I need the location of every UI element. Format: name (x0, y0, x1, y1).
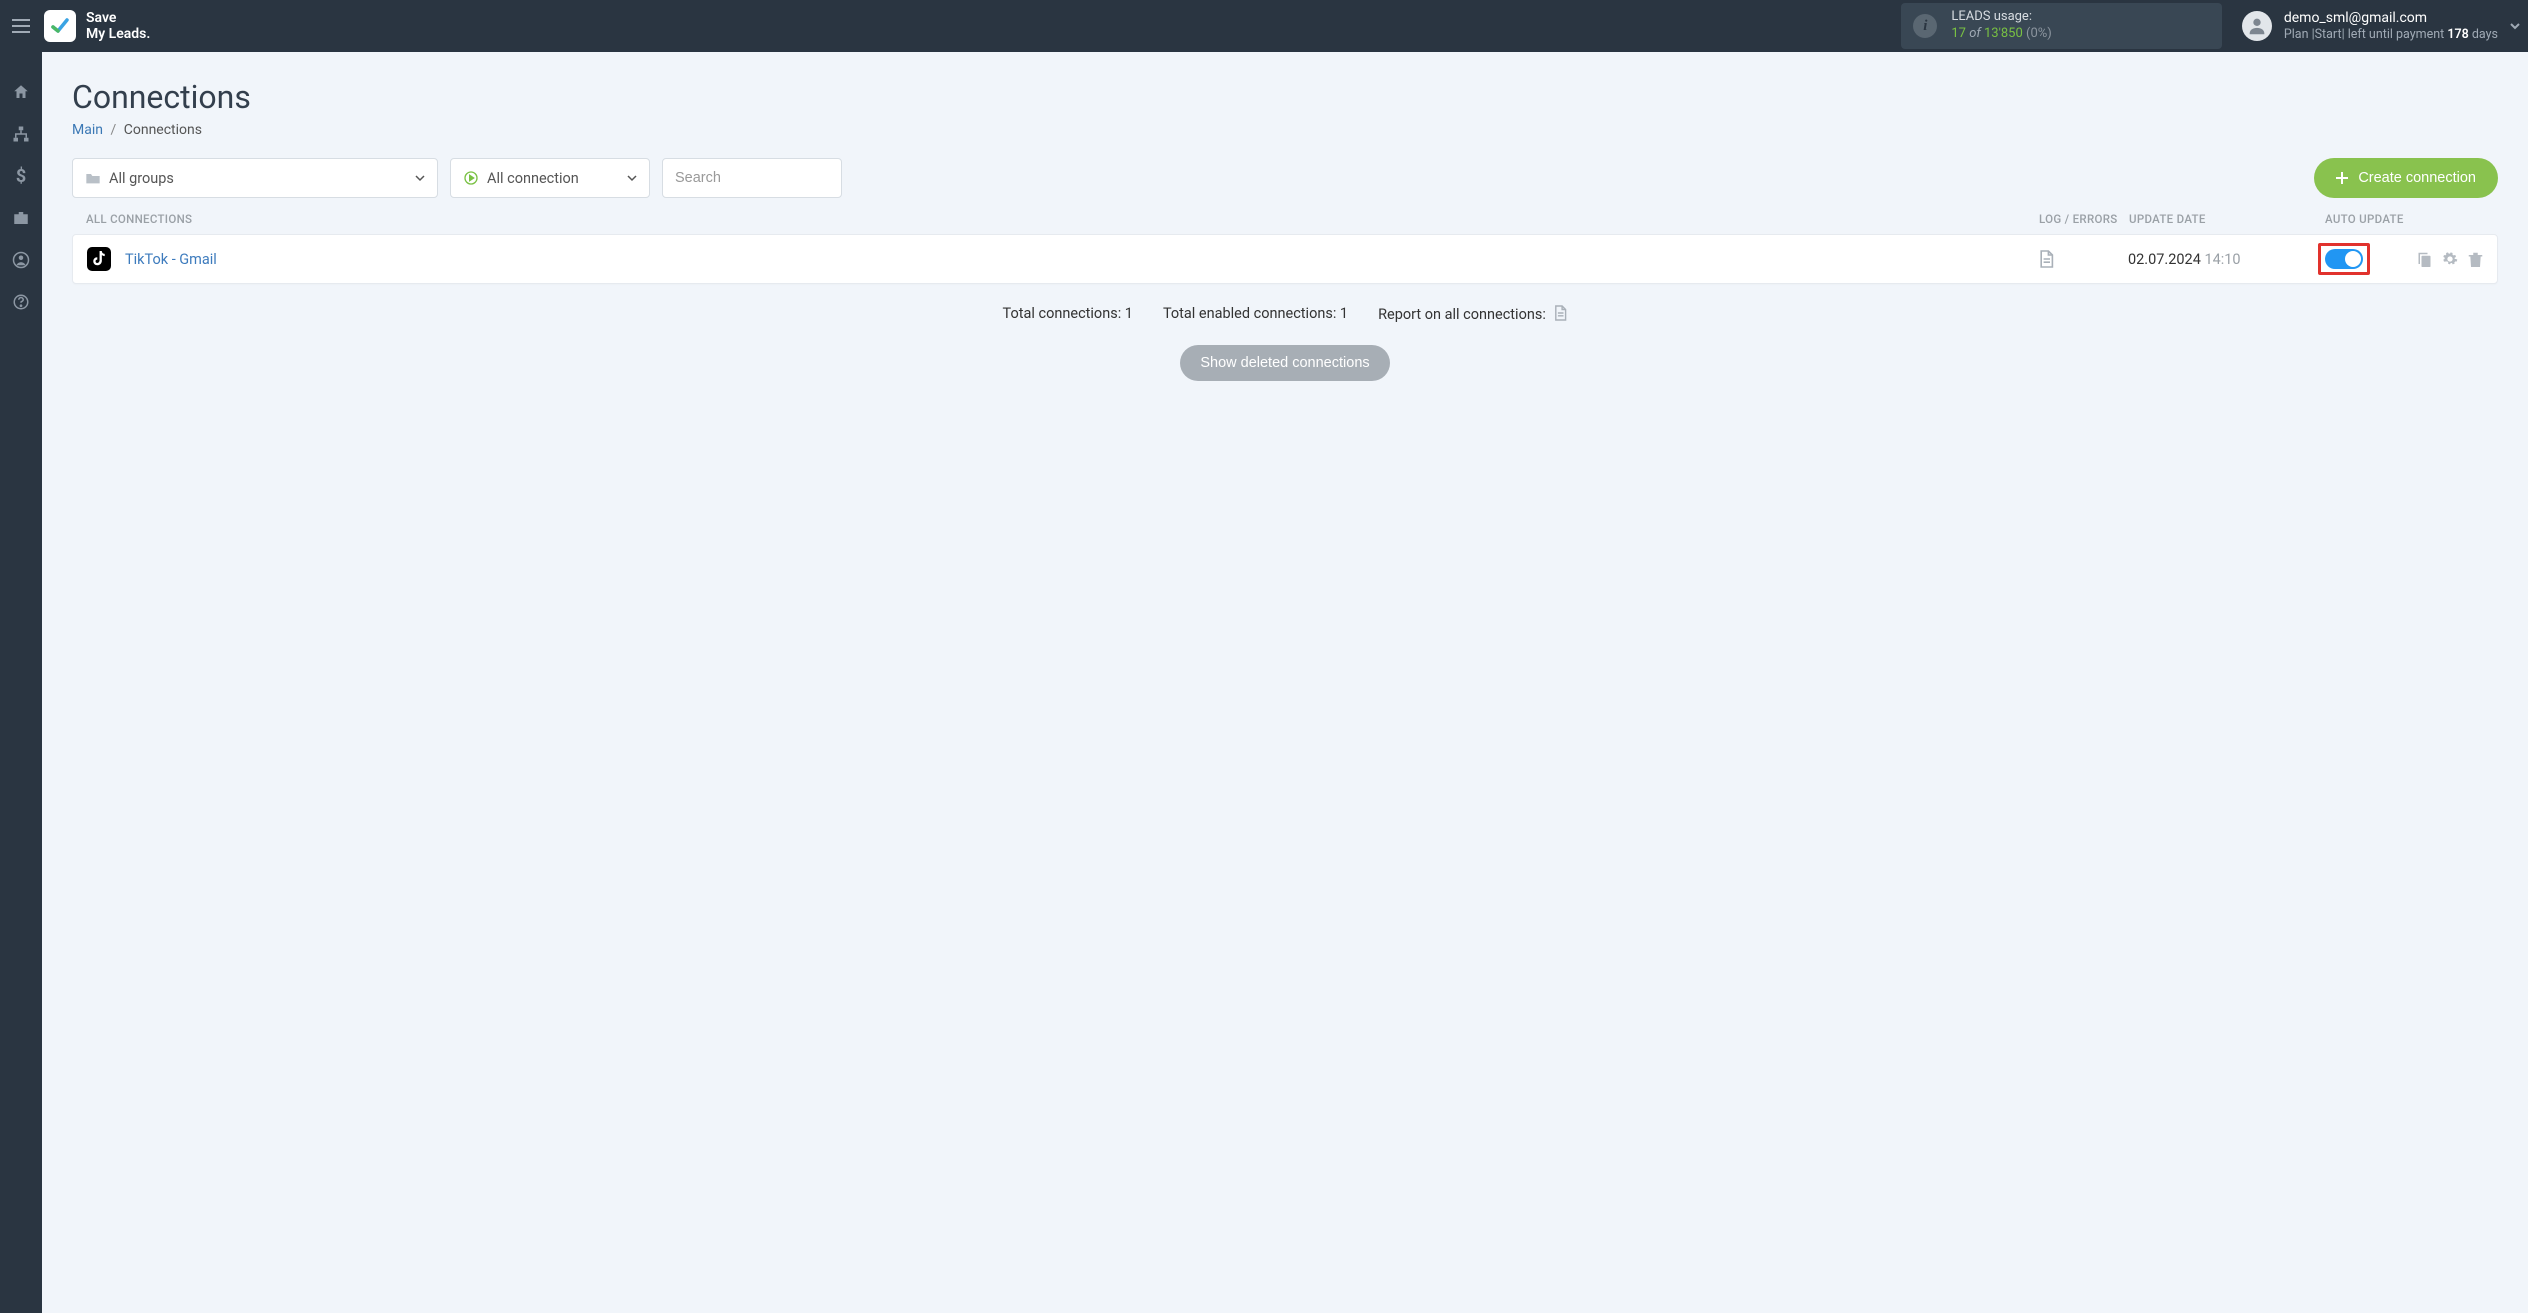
breadcrumb-main[interactable]: Main (72, 122, 103, 138)
leads-usage-panel[interactable]: i LEADS usage: 17 of 13'850 (0%) (1901, 3, 2222, 49)
sidebar-item-billing[interactable]: $ (11, 166, 31, 186)
summary-total: Total connections: 1 (1003, 305, 1133, 322)
user-menu[interactable]: demo_sml@gmail.com Plan |Start| left unt… (2242, 9, 2528, 43)
summary-row: Total connections: 1 Total enabled conne… (72, 304, 2498, 323)
user-plan: Plan |Start| left until payment 178 days (2284, 27, 2498, 43)
breadcrumb: Main / Connections (72, 122, 2498, 138)
plus-icon (2336, 172, 2348, 184)
th-auto: AUTO UPDATE (2319, 212, 2484, 226)
auto-update-toggle[interactable] (2325, 249, 2363, 269)
th-date: UPDATE DATE (2129, 212, 2319, 226)
brand-logo[interactable] (44, 10, 76, 42)
app-header: Save My Leads. i LEADS usage: 17 of 13'8… (0, 0, 2528, 52)
groups-select[interactable]: All groups (72, 158, 438, 198)
row-auto-update (2318, 243, 2408, 275)
user-text: demo_sml@gmail.com Plan |Start| left unt… (2284, 9, 2498, 43)
summary-report: Report on all connections: (1378, 304, 1567, 323)
home-icon (12, 83, 30, 101)
leads-total: 13'850 (1984, 26, 2023, 41)
main-content: Connections Main / Connections All group… (42, 52, 2528, 407)
user-circle-icon (12, 251, 30, 269)
menu-toggle[interactable] (0, 0, 42, 52)
leads-usage-label: LEADS usage: (1951, 9, 2052, 26)
status-select-value: All connection (487, 170, 579, 187)
trash-icon[interactable] (2468, 251, 2483, 268)
user-icon (2246, 15, 2268, 37)
briefcase-icon (12, 209, 30, 227)
chevron-down-icon (625, 171, 639, 185)
hamburger-icon (12, 19, 30, 33)
filter-toolbar: All groups All connection Create connect… (72, 158, 2498, 198)
search-field (662, 158, 842, 198)
sidebar-item-help[interactable] (11, 292, 31, 312)
leads-used: 17 (1951, 26, 1966, 41)
page-title: Connections (72, 78, 2498, 116)
chevron-down-icon (413, 171, 427, 185)
info-icon: i (1913, 14, 1937, 38)
svg-text:$: $ (16, 166, 26, 186)
table-row: TikTok - Gmail 02.07.2024 14:10 (72, 234, 2498, 284)
row-date: 02.07.2024 14:10 (2128, 251, 2318, 268)
leads-usage-text: LEADS usage: 17 of 13'850 (0%) (1951, 9, 2052, 43)
sidebar-item-account[interactable] (11, 250, 31, 270)
table-header: ALL CONNECTIONS LOG / ERRORS UPDATE DATE… (72, 212, 2498, 226)
row-log (2038, 249, 2128, 269)
brand-line1: Save (86, 10, 116, 26)
gear-icon[interactable] (2442, 251, 2458, 267)
summary-enabled: Total enabled connections: 1 (1163, 305, 1348, 322)
show-deleted-button[interactable]: Show deleted connections (1180, 345, 1389, 381)
create-connection-button[interactable]: Create connection (2314, 158, 2498, 198)
avatar (2242, 11, 2272, 41)
document-icon[interactable] (1553, 304, 1567, 322)
create-button-label: Create connection (2358, 170, 2476, 186)
help-icon (12, 293, 30, 311)
tiktok-icon (87, 247, 111, 271)
sidebar: $ (0, 52, 42, 1313)
highlight-annotation (2318, 243, 2370, 275)
sidebar-item-connections[interactable] (11, 124, 31, 144)
groups-select-value: All groups (109, 170, 174, 187)
user-email: demo_sml@gmail.com (2284, 9, 2498, 27)
breadcrumb-sep: / (110, 122, 116, 138)
status-select[interactable]: All connection (450, 158, 650, 198)
leads-pct: (0%) (2026, 26, 2052, 41)
th-log: LOG / ERRORS (2039, 212, 2129, 226)
search-input[interactable] (662, 158, 842, 198)
check-icon (50, 16, 70, 36)
copy-icon[interactable] (2417, 251, 2432, 268)
row-actions (2408, 251, 2483, 268)
sitemap-icon (12, 125, 30, 143)
th-connections: ALL CONNECTIONS (86, 212, 2039, 226)
sidebar-item-home[interactable] (11, 82, 31, 102)
dollar-icon: $ (15, 166, 27, 186)
brand-name: Save My Leads. (86, 10, 150, 42)
breadcrumb-current: Connections (124, 122, 202, 138)
play-circle-icon (463, 170, 479, 186)
sidebar-item-tools[interactable] (11, 208, 31, 228)
document-icon[interactable] (2038, 249, 2054, 269)
tiktok-glyph-icon (92, 251, 106, 267)
brand-line2: My Leads. (86, 26, 150, 42)
folder-icon (85, 171, 101, 185)
connection-name-link[interactable]: TikTok - Gmail (125, 251, 2038, 268)
chevron-down-icon[interactable] (2508, 19, 2522, 33)
